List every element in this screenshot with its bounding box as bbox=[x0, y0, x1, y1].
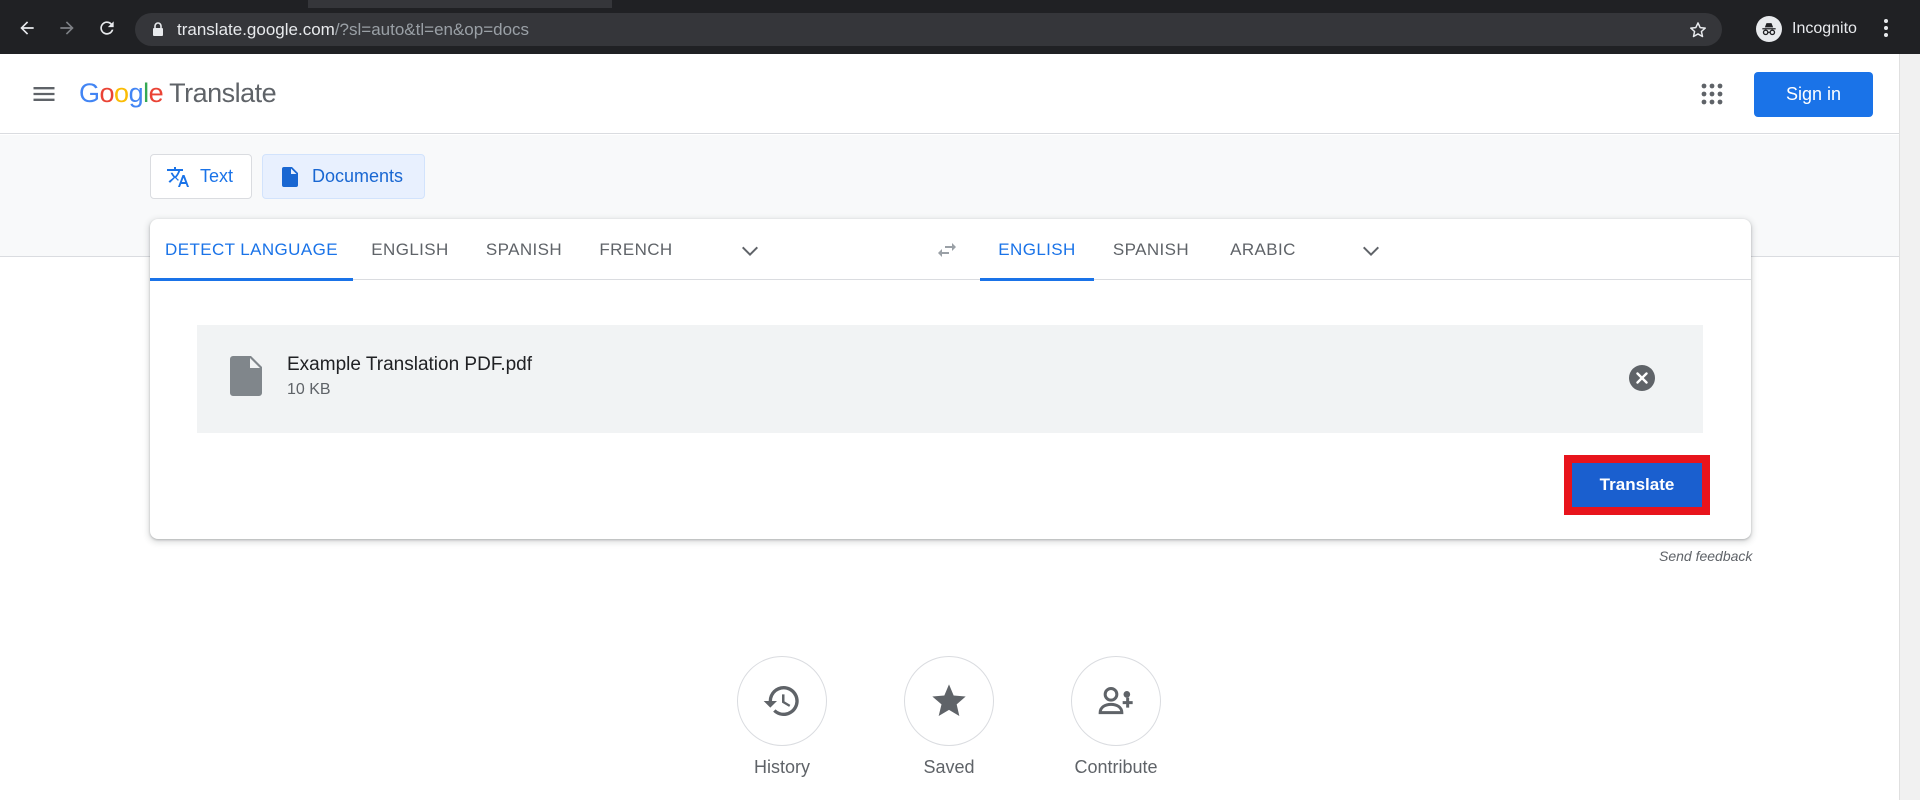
lock-icon[interactable] bbox=[151, 22, 165, 36]
profile-label: Incognito bbox=[1792, 20, 1857, 37]
logo-letter: g bbox=[128, 78, 144, 108]
forward-icon[interactable] bbox=[54, 15, 80, 41]
sign-in-button[interactable]: Sign in bbox=[1754, 72, 1873, 117]
page-scrollbar[interactable] bbox=[1899, 54, 1920, 800]
tab-documents-label: Documents bbox=[312, 166, 404, 186]
history-action[interactable]: History bbox=[727, 656, 837, 778]
incognito-indicator[interactable]: Incognito bbox=[1756, 16, 1857, 42]
target-lang-spanish[interactable]: SPANISH bbox=[1094, 219, 1208, 280]
url-host: translate.google.com bbox=[177, 20, 335, 39]
translate-highlight: Translate bbox=[1564, 455, 1710, 515]
source-lang-spanish[interactable]: SPANISH bbox=[467, 219, 581, 280]
google-translate-logo[interactable]: Google Translate bbox=[79, 78, 277, 109]
translation-card: DETECT LANGUAGE ENGLISH SPANISH FRENCH E… bbox=[150, 219, 1751, 539]
contribute-icon bbox=[1098, 687, 1133, 715]
translate-button[interactable]: Translate bbox=[1569, 460, 1705, 510]
reload-icon[interactable] bbox=[94, 15, 120, 41]
swap-languages-icon[interactable] bbox=[935, 238, 959, 262]
saved-action[interactable]: Saved bbox=[894, 656, 1004, 778]
history-icon bbox=[763, 685, 799, 716]
browser-chrome: translate.google.com/?sl=auto&tl=en&op=d… bbox=[0, 0, 1920, 54]
back-icon[interactable] bbox=[14, 15, 40, 41]
uploaded-file: Example Translation PDF.pdf 10 KB bbox=[197, 325, 1703, 433]
send-feedback-link[interactable]: Send feedback bbox=[1659, 548, 1752, 564]
document-icon bbox=[282, 166, 298, 187]
star-icon[interactable] bbox=[1688, 20, 1708, 40]
tab-text-label: Text bbox=[200, 166, 234, 186]
target-lang-english[interactable]: ENGLISH bbox=[980, 219, 1094, 281]
source-lang-french[interactable]: FRENCH bbox=[581, 219, 691, 280]
incognito-icon bbox=[1756, 16, 1782, 42]
saved-button[interactable] bbox=[904, 656, 994, 746]
target-more-languages-icon[interactable] bbox=[1359, 238, 1383, 262]
contribute-action[interactable]: Contribute bbox=[1061, 656, 1171, 778]
translate-icon bbox=[167, 166, 189, 187]
language-bar: DETECT LANGUAGE ENGLISH SPANISH FRENCH E… bbox=[150, 219, 1751, 281]
kebab-menu-icon[interactable] bbox=[1882, 17, 1890, 39]
url-text: translate.google.com/?sl=auto&tl=en&op=d… bbox=[177, 20, 529, 40]
product-name: Translate bbox=[169, 78, 277, 108]
tab-strip bbox=[0, 0, 1920, 8]
address-bar[interactable]: translate.google.com/?sl=auto&tl=en&op=d… bbox=[135, 13, 1722, 46]
app-header: Google Translate Sign in bbox=[0, 54, 1899, 134]
hamburger-menu-icon[interactable] bbox=[30, 80, 58, 108]
active-tab[interactable] bbox=[308, 0, 612, 8]
contribute-label: Contribute bbox=[1074, 757, 1158, 777]
logo-letter: G bbox=[79, 78, 100, 108]
logo-letter: e bbox=[148, 78, 164, 108]
saved-label: Saved bbox=[923, 757, 975, 777]
star-icon bbox=[932, 684, 966, 716]
tab-text[interactable]: Text bbox=[150, 154, 252, 199]
source-more-languages-icon[interactable] bbox=[738, 238, 762, 262]
remove-file-icon[interactable] bbox=[1628, 364, 1656, 392]
file-name: Example Translation PDF.pdf bbox=[287, 354, 533, 375]
tab-documents[interactable]: Documents bbox=[262, 154, 425, 199]
target-lang-arabic[interactable]: ARABIC bbox=[1208, 219, 1318, 280]
history-label: History bbox=[753, 757, 810, 777]
logo-letter: o bbox=[114, 78, 129, 108]
source-lang-english[interactable]: ENGLISH bbox=[353, 219, 467, 280]
source-lang-detect[interactable]: DETECT LANGUAGE bbox=[150, 219, 353, 281]
logo-letter: o bbox=[99, 78, 115, 108]
apps-grid-icon[interactable] bbox=[1700, 82, 1724, 106]
file-icon bbox=[230, 356, 262, 396]
history-button[interactable] bbox=[737, 656, 827, 746]
url-path: /?sl=auto&tl=en&op=docs bbox=[334, 20, 530, 39]
contribute-button[interactable] bbox=[1071, 656, 1161, 746]
file-size: 10 KB bbox=[287, 381, 331, 398]
